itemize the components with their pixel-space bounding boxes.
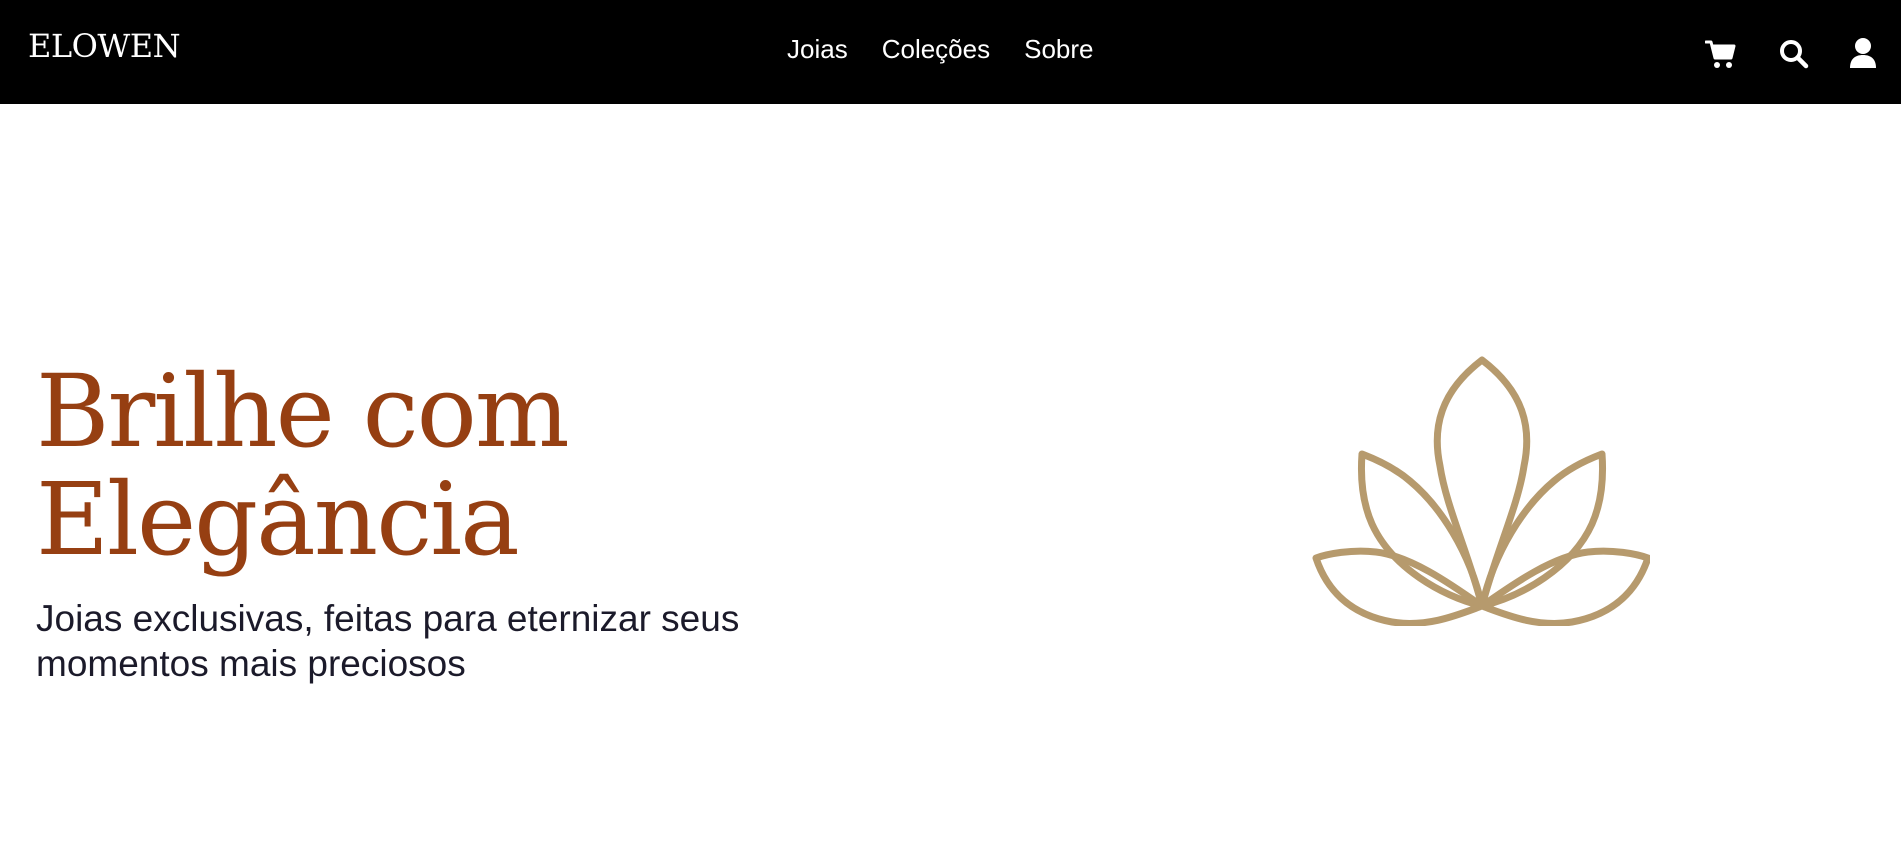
nav-link-joias[interactable]: Joias <box>787 36 848 62</box>
search-icon[interactable] <box>1779 36 1809 70</box>
main-nav: Joias Coleções Sobre <box>787 36 1094 62</box>
cart-icon[interactable] <box>1705 36 1737 70</box>
nav-link-sobre[interactable]: Sobre <box>1024 36 1093 62</box>
hero-title-line1: Brilhe com <box>36 353 570 470</box>
user-icon[interactable] <box>1850 36 1876 70</box>
nav-link-colecoes[interactable]: Coleções <box>882 36 990 62</box>
hero-title: Brilhe com Elegância <box>36 358 570 574</box>
brand-logo[interactable]: ELOWEN <box>28 30 181 62</box>
top-navbar: ELOWEN Joias Coleções Sobre <box>0 0 1901 104</box>
hero-subtitle-line1: Joias exclusivas, feitas para eternizar … <box>36 598 740 639</box>
hero-subtitle-line2: momentos mais preciosos <box>36 643 466 684</box>
lotus-icon <box>1312 356 1652 627</box>
hero-subtitle: Joias exclusivas, feitas para eternizar … <box>36 596 796 686</box>
hero-title-line2: Elegância <box>36 461 520 578</box>
